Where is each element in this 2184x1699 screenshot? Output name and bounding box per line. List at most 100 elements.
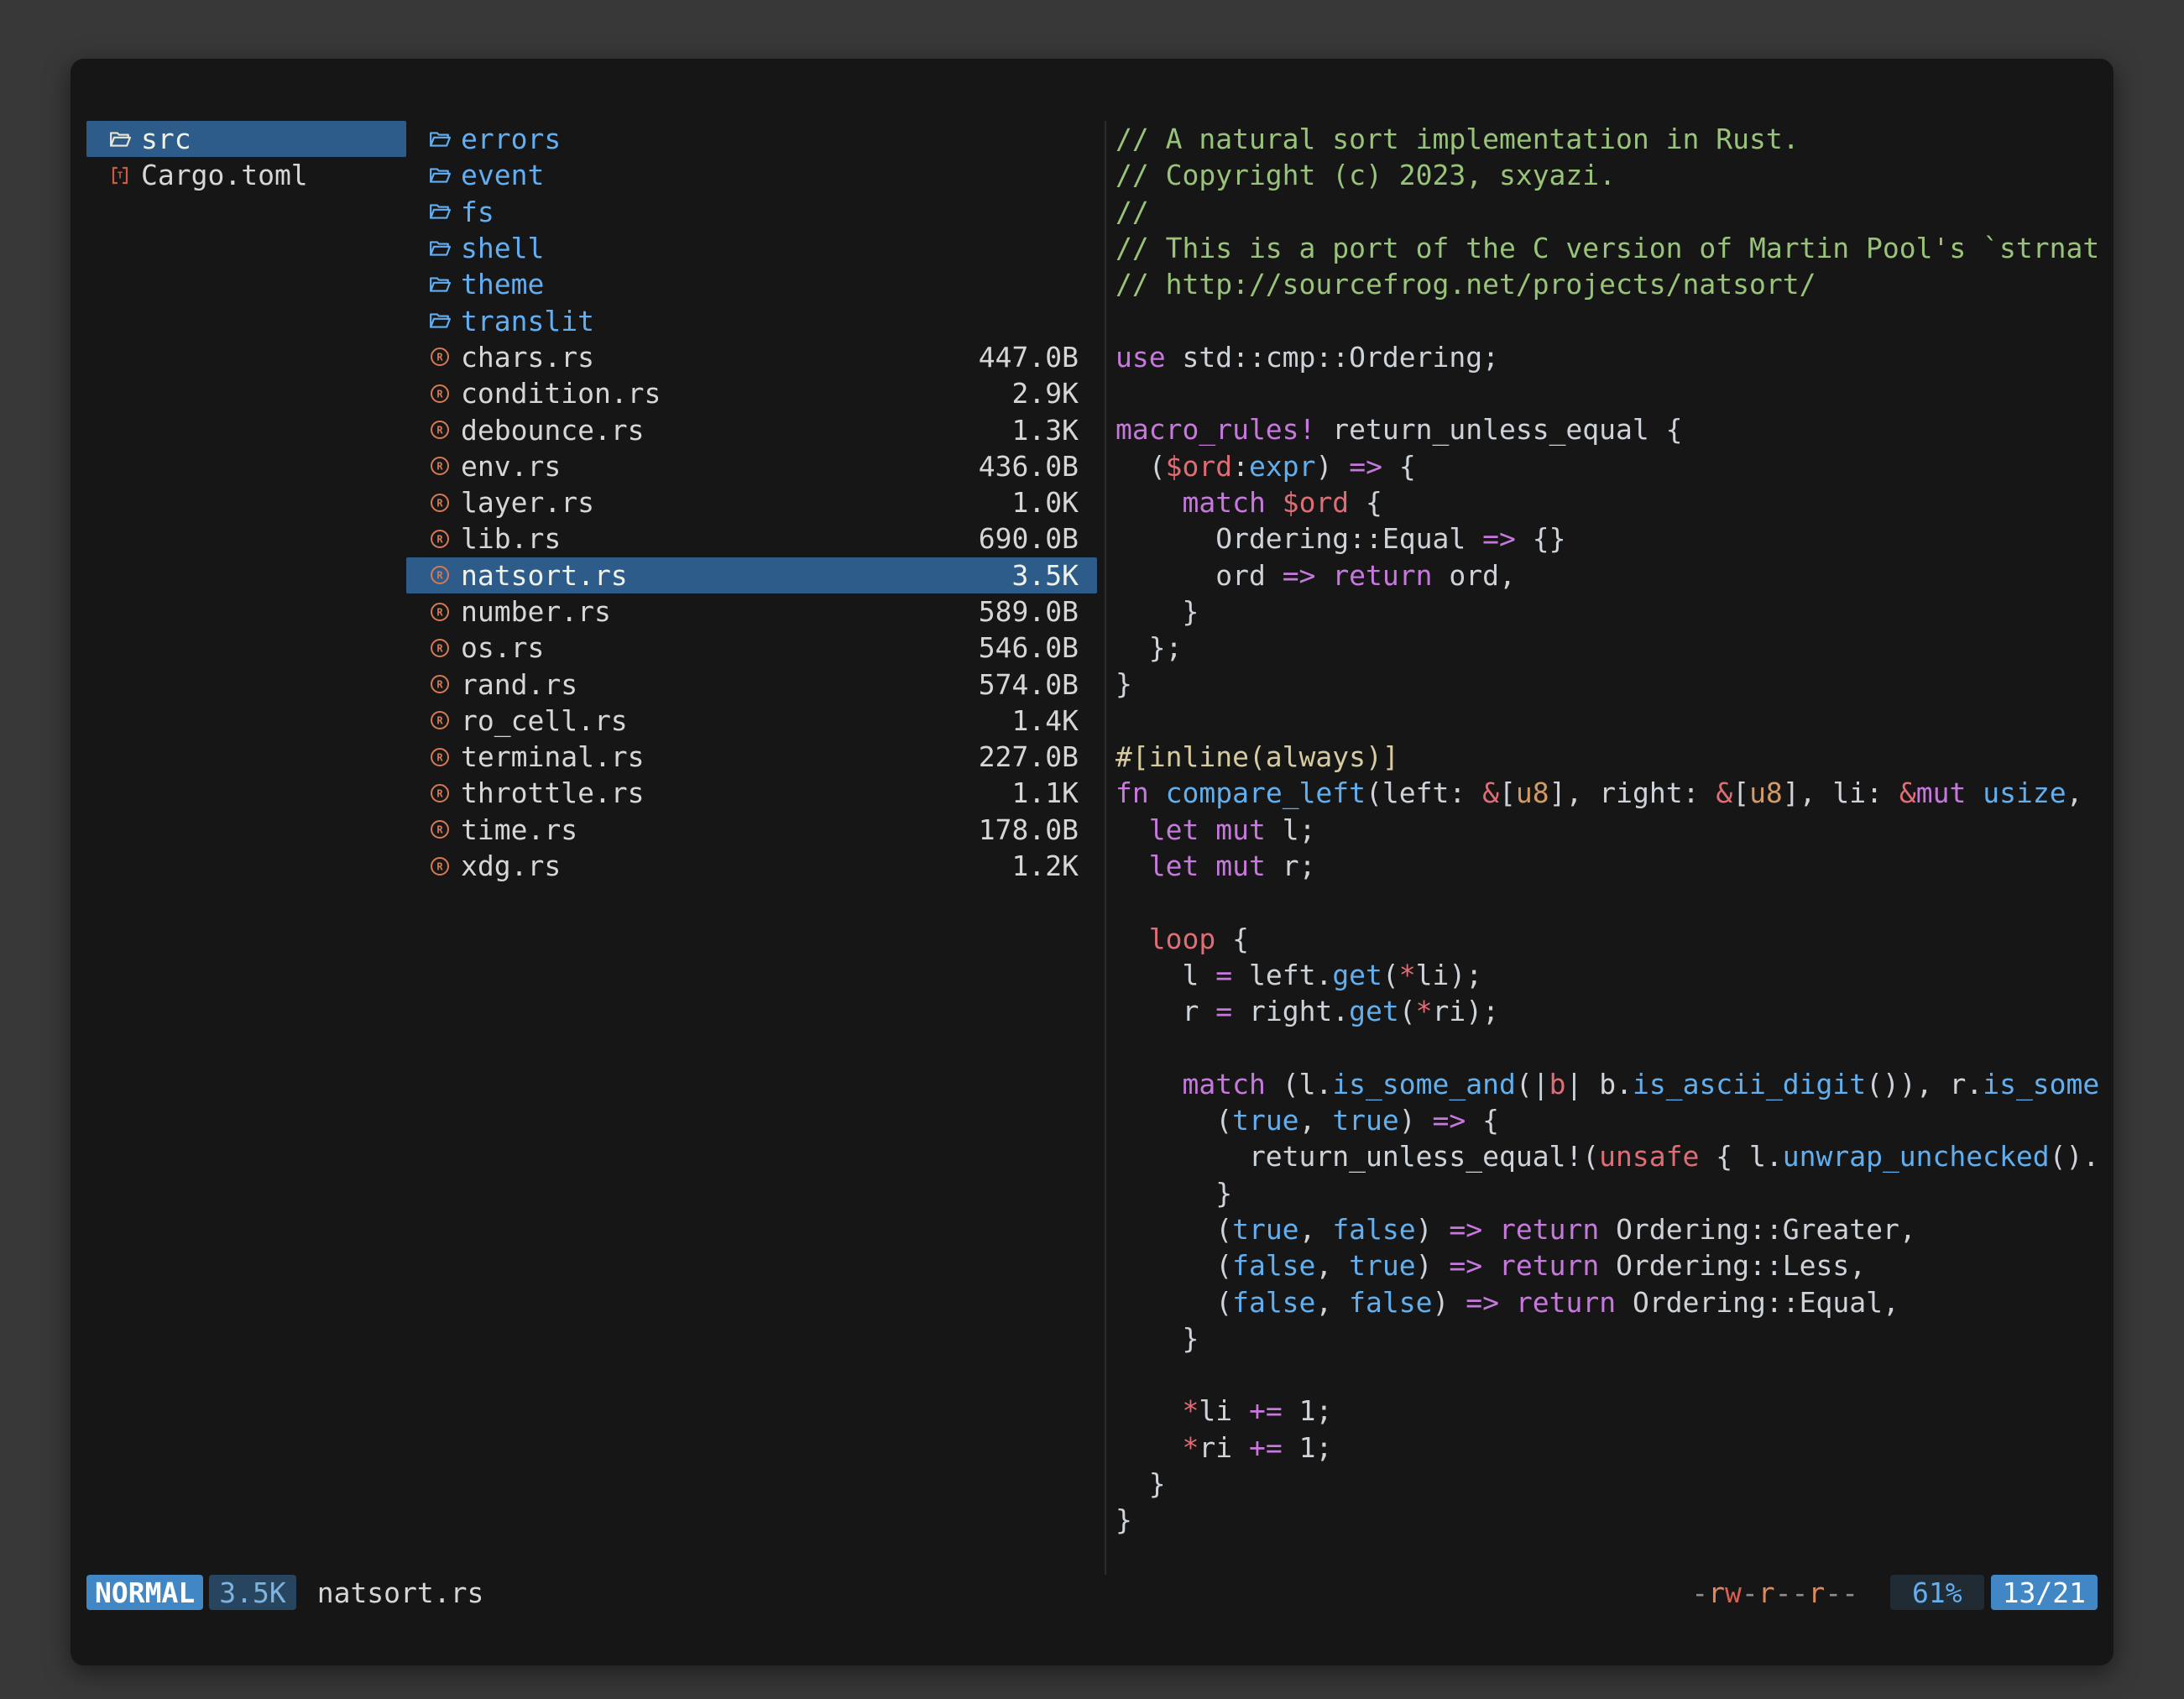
file-name: time.rs bbox=[461, 813, 577, 846]
code-line: } bbox=[1116, 1320, 2113, 1357]
code-line bbox=[1116, 375, 2113, 411]
file-row[interactable]: TCargo.toml bbox=[86, 157, 406, 193]
status-bar: NORMAL 3.5K natsort.rs -rw-r--r-- 61% 13… bbox=[86, 1575, 2098, 1610]
code-line: ord => return ord, bbox=[1116, 557, 2113, 593]
file-name: errors bbox=[461, 123, 561, 155]
code-line: // A natural sort implementation in Rust… bbox=[1116, 121, 2113, 157]
current-pane: errorseventfsshellthemetranslitRchars.rs… bbox=[406, 121, 1097, 1575]
file-row[interactable]: Rlib.rs690.0B bbox=[406, 520, 1097, 557]
code-line: match (l.is_some_and(|b| b.is_ascii_digi… bbox=[1116, 1066, 2113, 1102]
file-size: 1.4K bbox=[1012, 704, 1079, 737]
code-line: use std::cmp::Ordering; bbox=[1116, 339, 2113, 375]
file-row[interactable]: Rrand.rs574.0B bbox=[406, 666, 1097, 702]
code-line: } bbox=[1116, 666, 2113, 702]
file-name: shell bbox=[461, 232, 544, 264]
svg-text:R: R bbox=[436, 642, 443, 654]
file-name: fs bbox=[461, 196, 494, 228]
code-line: } bbox=[1116, 1502, 2113, 1538]
rust-icon: R bbox=[428, 527, 452, 551]
file-row[interactable]: Renv.rs436.0B bbox=[406, 448, 1097, 484]
file-row[interactable]: Rlayer.rs1.0K bbox=[406, 484, 1097, 520]
file-name: src bbox=[141, 123, 191, 155]
code-line: #[inline(always)] bbox=[1116, 739, 2113, 775]
file-size: 178.0B bbox=[979, 813, 1079, 846]
code-line: match $ord { bbox=[1116, 484, 2113, 520]
file-row[interactable]: Rro_cell.rs1.4K bbox=[406, 703, 1097, 739]
svg-text:R: R bbox=[436, 425, 443, 437]
file-size: 1.0K bbox=[1012, 486, 1079, 519]
code-line bbox=[1116, 884, 2113, 920]
svg-text:R: R bbox=[436, 824, 443, 836]
file-size: 1.1K bbox=[1012, 776, 1079, 809]
folder-icon bbox=[108, 128, 132, 151]
rust-icon: R bbox=[428, 708, 452, 732]
dir-row[interactable]: errors bbox=[406, 121, 1097, 157]
code-line: (true, false) => return Ordering::Greate… bbox=[1116, 1211, 2113, 1247]
file-row[interactable]: Rthrottle.rs1.1K bbox=[406, 775, 1097, 811]
svg-text:R: R bbox=[436, 787, 443, 799]
dir-row[interactable]: src bbox=[86, 121, 406, 157]
folder-icon bbox=[428, 164, 452, 187]
toml-icon: T bbox=[108, 164, 132, 187]
code-line: (false, true) => return Ordering::Less, bbox=[1116, 1247, 2113, 1283]
dir-row[interactable]: shell bbox=[406, 230, 1097, 266]
file-row[interactable]: Rchars.rs447.0B bbox=[406, 339, 1097, 375]
code-line bbox=[1116, 302, 2113, 338]
file-row[interactable]: Rnumber.rs589.0B bbox=[406, 593, 1097, 630]
status-filename: natsort.rs bbox=[317, 1576, 484, 1609]
file-row[interactable]: Rcondition.rs 2.9K bbox=[406, 375, 1097, 411]
rust-icon: R bbox=[428, 345, 452, 369]
code-line: r = right.get(*ri); bbox=[1116, 993, 2113, 1029]
code-line bbox=[1116, 703, 2113, 739]
svg-text:R: R bbox=[436, 751, 443, 763]
svg-text:R: R bbox=[436, 715, 443, 727]
folder-icon bbox=[428, 128, 452, 151]
code-line: } bbox=[1116, 1466, 2113, 1502]
rust-icon: R bbox=[428, 418, 452, 442]
code-line: // Copyright (c) 2023, sxyazi. bbox=[1116, 157, 2113, 193]
file-name: debounce.rs bbox=[461, 414, 645, 447]
folder-icon bbox=[428, 273, 452, 296]
dir-row[interactable]: translit bbox=[406, 302, 1097, 338]
percent-badge: 61% bbox=[1890, 1575, 1984, 1610]
svg-text:R: R bbox=[436, 679, 443, 691]
file-size: 436.0B bbox=[979, 450, 1079, 483]
file-size: 690.0B bbox=[979, 522, 1079, 555]
file-row[interactable]: Ros.rs546.0B bbox=[406, 630, 1097, 666]
code-line bbox=[1116, 1029, 2113, 1065]
code-line: Ordering::Equal => {} bbox=[1116, 520, 2113, 557]
svg-text:R: R bbox=[436, 461, 443, 473]
dir-row[interactable]: fs bbox=[406, 194, 1097, 230]
dir-row[interactable]: event bbox=[406, 157, 1097, 193]
rust-icon: R bbox=[428, 818, 452, 841]
parent-pane: srcTCargo.toml bbox=[86, 121, 406, 1575]
file-row[interactable]: Rxdg.rs1.2K bbox=[406, 848, 1097, 884]
file-row[interactable]: Rnatsort.rs3.5K bbox=[406, 557, 1097, 593]
file-size: 1.3K bbox=[1012, 414, 1079, 447]
file-name: translit bbox=[461, 305, 594, 337]
permissions: -rw-r--r-- bbox=[1691, 1576, 1858, 1609]
file-name: terminal.rs bbox=[461, 740, 645, 773]
file-row[interactable]: Rdebounce.rs 1.3K bbox=[406, 411, 1097, 447]
file-name: natsort.rs bbox=[461, 559, 628, 592]
code-line: macro_rules! return_unless_equal { bbox=[1116, 411, 2113, 447]
file-row[interactable]: Rterminal.rs227.0B bbox=[406, 739, 1097, 775]
file-name: chars.rs bbox=[461, 341, 594, 374]
folder-icon bbox=[428, 237, 452, 260]
file-size: 1.2K bbox=[1012, 850, 1079, 882]
dir-row[interactable]: theme bbox=[406, 266, 1097, 302]
code-line: let mut l; bbox=[1116, 812, 2113, 848]
mode-badge: NORMAL bbox=[86, 1575, 203, 1610]
code-line: } bbox=[1116, 1175, 2113, 1211]
file-row[interactable]: Rtime.rs 178.0B bbox=[406, 812, 1097, 848]
file-name: os.rs bbox=[461, 631, 544, 664]
code-line: ($ord:expr) => { bbox=[1116, 448, 2113, 484]
file-size: 2.9K bbox=[1012, 377, 1079, 410]
rust-icon: R bbox=[428, 855, 452, 878]
code-line: loop { bbox=[1116, 921, 2113, 957]
position-badge: 13/21 bbox=[1991, 1575, 2098, 1610]
file-name: condition.rs bbox=[461, 377, 661, 410]
code-line: (true, true) => { bbox=[1116, 1102, 2113, 1138]
file-name: number.rs bbox=[461, 595, 611, 628]
rust-icon: R bbox=[428, 382, 452, 405]
